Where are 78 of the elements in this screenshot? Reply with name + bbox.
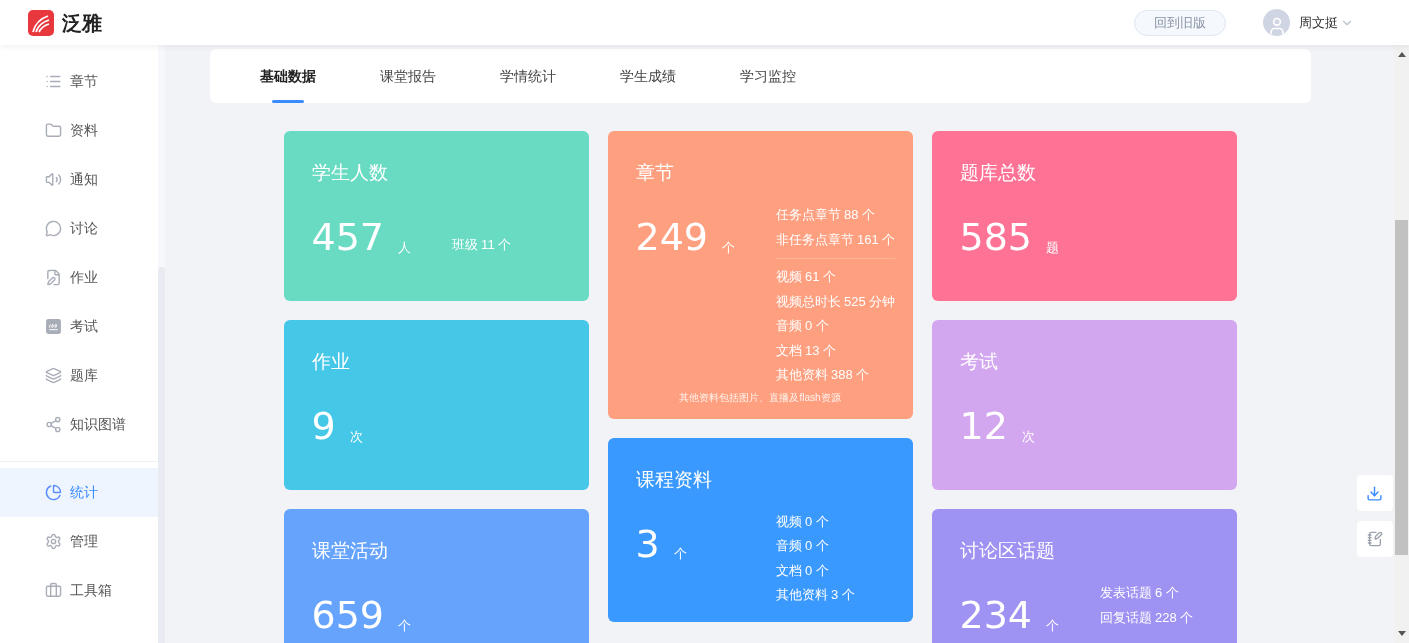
settings-icon <box>45 533 62 550</box>
stat-value: 234 <box>959 592 1033 639</box>
sidebar-item[interactable]: 工具箱 <box>0 566 158 615</box>
stat-value: 249 <box>635 214 709 261</box>
tab[interactable]: 学习监控 <box>739 49 796 103</box>
detail-text: 其他资料 388 个 <box>775 366 871 384</box>
detail-text: 视频 61 个 <box>775 268 838 286</box>
stat-unit: 人 <box>398 238 412 257</box>
detail-text: 任务点章节 88 个 <box>775 206 877 224</box>
stat-unit: 个 <box>398 616 412 635</box>
sidebar-item[interactable]: 考试 <box>0 302 158 351</box>
card-note: 其他资料包括图片、直播及flash资源 <box>678 390 842 405</box>
nodes-icon <box>45 416 62 433</box>
avatar <box>1263 9 1290 36</box>
sidebar-item[interactable]: 讨论 <box>0 204 158 253</box>
sidebar-item[interactable]: 作业 <box>0 253 158 302</box>
briefcase-icon <box>45 582 62 599</box>
folder-icon <box>45 122 62 139</box>
stat-value: 457 <box>311 214 385 261</box>
stat-value: 9 <box>311 403 336 450</box>
download-button[interactable] <box>1356 475 1393 511</box>
stat-unit: 题 <box>1046 238 1060 257</box>
list-icon <box>45 73 62 90</box>
tab[interactable]: 基础数据 <box>259 49 316 103</box>
logo-text: 泛雅 <box>62 10 102 36</box>
detail-text: 回复话题 228 个 <box>1099 608 1194 627</box>
tab[interactable]: 学情统计 <box>499 49 556 103</box>
scroll-up-icon <box>1397 52 1406 57</box>
detail-text: 音频 0 个 <box>775 537 830 555</box>
stat-unit: 次 <box>349 427 363 446</box>
stat-value: 12 <box>959 403 1008 450</box>
sidebar-item[interactable]: 资料 <box>0 106 158 155</box>
pencil-document-icon <box>45 269 62 286</box>
detail-text: 音频 0 个 <box>775 317 830 335</box>
score-sheet-icon <box>45 318 62 335</box>
card-title: 学生人数 <box>311 161 389 185</box>
stat-unit: 个 <box>722 238 736 257</box>
sidebar-item[interactable]: 章节 <box>0 57 158 106</box>
card-title: 讨论区话题 <box>959 539 1056 563</box>
note-pencil-icon <box>1366 531 1383 547</box>
download-icon <box>1366 484 1383 502</box>
card-title: 课程资料 <box>635 467 713 492</box>
card-title: 考试 <box>959 350 999 374</box>
card-title: 课堂活动 <box>311 539 389 563</box>
card-title: 作业 <box>311 350 351 374</box>
detail-text: 文档 0 个 <box>775 561 830 580</box>
detail-text: 班级 11 个 <box>451 235 512 254</box>
stat-unit: 个 <box>1046 616 1060 635</box>
detail-text: 其他资料 3 个 <box>775 586 855 604</box>
sidebar-item[interactable]: 题库 <box>0 351 158 400</box>
layers-icon <box>45 367 62 384</box>
user-menu[interactable]: 周文挺 <box>1299 12 1354 33</box>
stat-value: 3 <box>635 520 660 568</box>
detail-text: 视频 0 个 <box>775 512 830 531</box>
tab[interactable]: 课堂报告 <box>379 49 436 103</box>
detail-text: 文档 13 个 <box>775 341 838 360</box>
chat-bubble-icon <box>45 220 62 237</box>
stat-unit: 个 <box>673 545 687 563</box>
scroll-down-icon <box>1397 631 1406 636</box>
pie-chart-icon <box>45 484 62 501</box>
sidebar-item[interactable]: 知识图谱 <box>0 400 158 449</box>
page-scrollbar[interactable] <box>1394 45 1409 643</box>
stat-value: 585 <box>959 214 1033 261</box>
stat-unit: 次 <box>1021 427 1035 446</box>
detail-text: 发表话题 6 个 <box>1099 584 1180 602</box>
detail-text: 视频总时长 525 分钟 <box>775 292 896 311</box>
sidebar-item[interactable]: 管理 <box>0 517 158 566</box>
card-title: 章节 <box>635 161 675 185</box>
scrollbar-thumb[interactable] <box>1395 220 1408 555</box>
notes-button[interactable] <box>1356 521 1393 557</box>
card-title: 题库总数 <box>959 161 1037 185</box>
detail-text: 非任务点章节 161 个 <box>775 230 896 249</box>
active-tab-indicator <box>271 100 304 103</box>
logo-icon <box>28 9 54 36</box>
sidebar-item[interactable]: 通知 <box>0 155 158 204</box>
speaker-icon <box>45 171 62 188</box>
stat-value: 659 <box>311 592 385 639</box>
tab[interactable]: 学生成绩 <box>619 49 676 103</box>
